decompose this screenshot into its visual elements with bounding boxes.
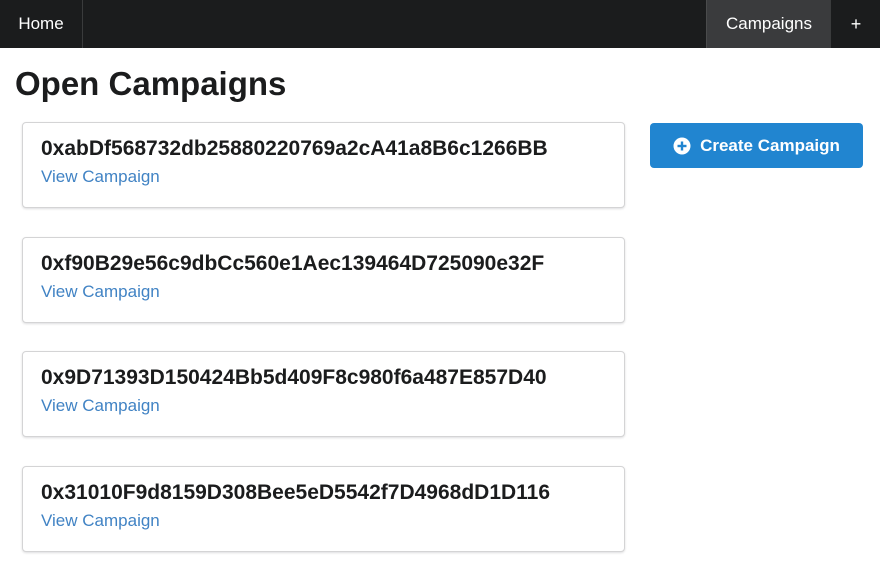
nav-campaigns[interactable]: Campaigns bbox=[706, 0, 831, 48]
nav-add-button[interactable]: + bbox=[830, 0, 880, 48]
top-menu-bar: Home Campaigns + bbox=[0, 0, 880, 48]
plus-circle-icon bbox=[673, 137, 691, 155]
create-campaign-label: Create Campaign bbox=[700, 135, 840, 155]
campaign-address: 0xabDf568732db25880220769a2cA41a8B6c1266… bbox=[41, 137, 548, 160]
create-campaign-button[interactable]: Create Campaign bbox=[650, 123, 863, 168]
view-campaign-link[interactable]: View Campaign bbox=[41, 511, 160, 531]
campaign-address: 0x31010F9d8159D308Bee5eD5542f7D4968dD1D1… bbox=[41, 481, 551, 504]
campaign-address: 0x9D71393D150424Bb5d409F8c980f6a487E857D… bbox=[41, 366, 547, 389]
campaign-card: 0xf90B29e56c9dbCc560e1Aec139464D725090e3… bbox=[22, 237, 625, 323]
view-campaign-link[interactable]: View Campaign bbox=[41, 396, 160, 416]
campaign-address: 0xf90B29e56c9dbCc560e1Aec139464D725090e3… bbox=[41, 252, 545, 275]
campaign-card: 0x31010F9d8159D308Bee5eD5542f7D4968dD1D1… bbox=[22, 466, 625, 552]
campaign-card: 0xabDf568732db25880220769a2cA41a8B6c1266… bbox=[22, 122, 625, 208]
page-title: Open Campaigns bbox=[15, 65, 287, 102]
view-campaign-link[interactable]: View Campaign bbox=[41, 167, 160, 187]
campaign-card: 0x9D71393D150424Bb5d409F8c980f6a487E857D… bbox=[22, 351, 625, 437]
view-campaign-link[interactable]: View Campaign bbox=[41, 282, 160, 302]
nav-home[interactable]: Home bbox=[0, 0, 83, 48]
